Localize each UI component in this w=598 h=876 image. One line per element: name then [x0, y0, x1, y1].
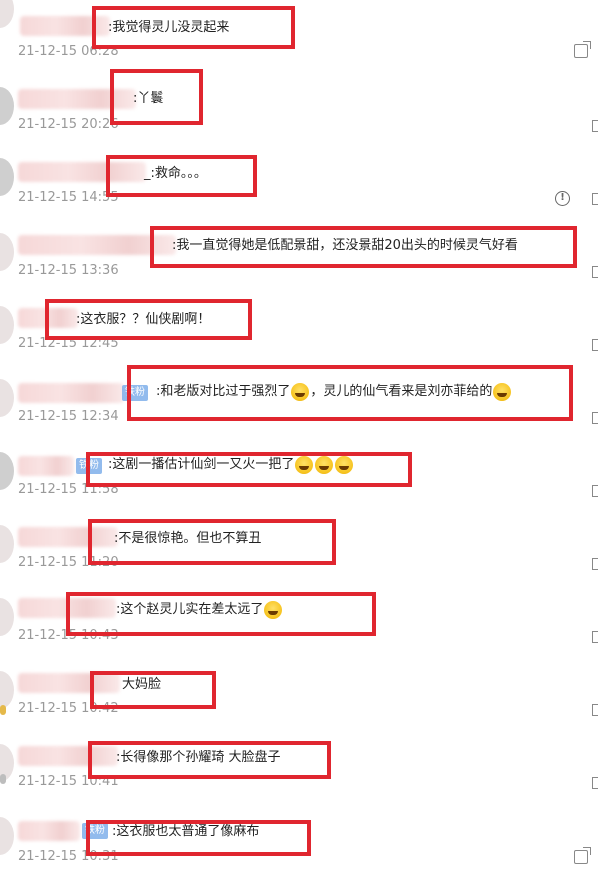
highlight-box [127, 365, 573, 421]
username-blurred[interactable] [18, 821, 80, 841]
edge-icon[interactable] [592, 193, 598, 205]
edge-icon[interactable] [592, 266, 598, 278]
edge-icon[interactable] [592, 631, 598, 643]
avatar[interactable] [0, 525, 14, 563]
edge-icon[interactable] [592, 777, 598, 789]
edge-icon[interactable] [592, 704, 598, 716]
highlight-box [86, 820, 311, 856]
highlight-box [88, 741, 331, 779]
comment-date: 21-12-15 12:34 [18, 409, 119, 424]
highlight-box [106, 155, 257, 197]
share-icon[interactable] [574, 41, 591, 58]
username-blurred[interactable] [18, 456, 74, 476]
edge-icon[interactable] [592, 558, 598, 570]
highlight-box [92, 6, 295, 49]
avatar[interactable] [0, 452, 14, 490]
edge-icon[interactable] [592, 339, 598, 351]
avatar[interactable] [0, 379, 14, 417]
avatar[interactable] [0, 817, 14, 855]
avatar[interactable] [0, 87, 14, 125]
avatar[interactable] [0, 233, 14, 271]
report-icon[interactable]: ! [555, 191, 570, 206]
avatar[interactable] [0, 306, 14, 344]
share-icon[interactable] [574, 847, 591, 864]
highlight-box [110, 69, 203, 125]
highlight-box [66, 592, 376, 636]
comment-row: :丫鬟 21-12-15 20:26 [0, 73, 598, 146]
comment-date: 21-12-15 14:55 [18, 190, 119, 205]
small-avatar-icon [0, 774, 6, 784]
comment-date: 21-12-15 13:36 [18, 263, 119, 278]
highlight-box [90, 671, 216, 709]
avatar[interactable] [0, 598, 14, 636]
comment-date: 21-12-15 20:26 [18, 117, 119, 132]
comment-row: :我觉得灵儿没灵起来 21-12-15 06:28 [0, 0, 598, 73]
highlight-box [86, 452, 412, 487]
edge-icon[interactable] [592, 412, 598, 424]
edge-icon[interactable] [592, 120, 598, 132]
highlight-box [150, 226, 577, 268]
avatar[interactable] [0, 158, 14, 196]
highlight-box [45, 299, 252, 340]
small-avatar-icon [0, 705, 6, 715]
comment-row: _:救命。。。 21-12-15 14:55 ! [0, 146, 598, 219]
avatar[interactable] [0, 671, 14, 709]
edge-icon[interactable] [592, 485, 598, 497]
username-blurred[interactable] [18, 383, 124, 403]
highlight-box [88, 519, 336, 565]
avatar[interactable] [0, 0, 14, 28]
